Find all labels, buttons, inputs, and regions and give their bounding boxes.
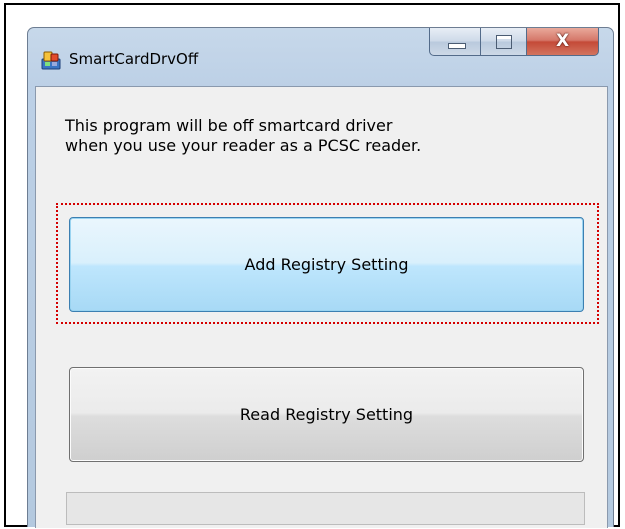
close-button[interactable]: X <box>527 28 599 56</box>
description-line-1: This program will be off smartcard drive… <box>65 116 393 135</box>
maximize-button[interactable] <box>481 28 527 56</box>
title-bar[interactable]: SmartCardDrvOff X <box>28 28 613 86</box>
read-registry-setting-label: Read Registry Setting <box>239 405 414 424</box>
description-text: This program will be off smartcard drive… <box>65 116 421 156</box>
progress-bar <box>66 492 585 525</box>
app-icon <box>41 51 61 70</box>
read-registry-setting-button[interactable]: Read Registry Setting <box>69 367 584 462</box>
minimize-icon <box>448 43 466 49</box>
close-icon: X <box>555 31 570 51</box>
maximize-icon <box>496 35 512 49</box>
minimize-button[interactable] <box>429 28 481 56</box>
client-area: This program will be off smartcard drive… <box>35 86 608 528</box>
description-line-2: when you use your reader as a PCSC reade… <box>65 136 422 155</box>
app-window: SmartCardDrvOff X This program will be o… <box>27 27 614 528</box>
add-registry-setting-button[interactable]: Add Registry Setting <box>69 217 584 312</box>
add-registry-setting-label: Add Registry Setting <box>244 255 409 274</box>
window-title: SmartCardDrvOff <box>69 50 199 68</box>
